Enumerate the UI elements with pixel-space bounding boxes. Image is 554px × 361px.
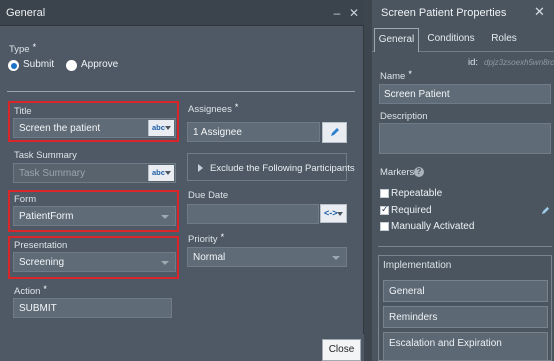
manually-activated-label: Manually Activated	[391, 221, 475, 232]
action-label: Action *	[14, 284, 47, 297]
priority-select[interactable]: Normal	[187, 247, 347, 267]
submit-radio-label: Submit	[23, 59, 55, 70]
chevron-down-icon	[161, 261, 169, 265]
due-date-input[interactable]	[187, 204, 319, 224]
swap-arrows-icon: <->	[324, 208, 338, 218]
title-label: Title	[14, 106, 32, 117]
assignees-field[interactable]: 1 Assignee	[187, 122, 320, 142]
type-label: Type *	[9, 42, 37, 55]
close-icon[interactable]: ✕	[346, 5, 362, 21]
approve-radio[interactable]	[66, 60, 77, 71]
action-input[interactable]: SUBMIT	[13, 298, 172, 318]
repeatable-label: Repeatable	[391, 188, 443, 199]
presentation-value: Screening	[19, 257, 65, 268]
name-label: Name *	[380, 69, 412, 82]
help-icon[interactable]: ?	[414, 167, 424, 177]
exclude-label: Exclude the Following Participants	[210, 163, 355, 174]
submit-radio[interactable]	[8, 60, 19, 71]
implementation-label: Implementation	[383, 260, 452, 271]
manually-activated-checkbox[interactable]	[380, 222, 389, 231]
presentation-select[interactable]: Screening	[13, 252, 176, 272]
name-value: Screen Patient	[384, 89, 450, 100]
description-label: Description	[380, 111, 428, 122]
minimize-icon[interactable]: –	[329, 5, 345, 21]
presentation-label: Presentation	[14, 240, 68, 251]
due-date-label: Due Date	[188, 190, 229, 201]
divider	[7, 91, 355, 92]
priority-value: Normal	[193, 252, 226, 263]
assignees-value: 1 Assignee	[193, 127, 242, 138]
tab-general[interactable]: General	[374, 28, 419, 52]
required-checkbox[interactable]	[380, 204, 389, 215]
action-value: SUBMIT	[19, 303, 57, 314]
form-select[interactable]: PatientForm	[13, 206, 176, 226]
required-label: Required	[391, 205, 432, 216]
form-value: PatientForm	[19, 211, 74, 222]
pencil-icon[interactable]	[541, 206, 550, 215]
task-summary-input[interactable]: Task Summary abc	[13, 163, 176, 183]
dialog-header: General – ✕	[0, 0, 364, 26]
assignees-label: Assignees *	[188, 102, 239, 115]
panel-title: Screen Patient Properties	[381, 7, 507, 19]
close-icon[interactable]: ✕	[534, 4, 545, 20]
priority-label: Priority *	[188, 232, 225, 245]
implementation-item-general[interactable]: General	[383, 280, 548, 302]
exclude-participants-button[interactable]: Exclude the Following Participants	[187, 153, 355, 181]
markers-label: Markers	[380, 167, 415, 178]
edit-assignees-button[interactable]	[322, 122, 347, 143]
form-label: Form	[14, 194, 37, 205]
approve-radio-label: Approve	[81, 59, 119, 70]
dialog-footer	[0, 334, 364, 361]
pencil-icon	[331, 128, 339, 136]
tab-conditions[interactable]: Conditions	[424, 28, 478, 52]
text-mode-button[interactable]: abc	[148, 120, 174, 136]
implementation-item-reminders[interactable]: Reminders	[383, 306, 548, 328]
title-value: Screen the patient	[19, 123, 101, 134]
date-mode-button[interactable]: <->	[320, 204, 347, 223]
text-mode-button[interactable]: abc	[148, 165, 174, 181]
title-input[interactable]: Screen the patient abc	[13, 118, 176, 138]
id-label: id:	[468, 57, 479, 68]
repeatable-checkbox[interactable]	[380, 189, 389, 198]
task-summary-placeholder: Task Summary	[19, 168, 86, 179]
description-input[interactable]	[379, 123, 551, 154]
close-button[interactable]: Close	[322, 339, 361, 361]
panel-tabs: General Conditions Roles	[372, 28, 554, 52]
tab-roles[interactable]: Roles	[484, 28, 524, 52]
implementation-item-escalation[interactable]: Escalation and Expiration	[383, 332, 548, 361]
chevron-down-icon	[161, 215, 169, 219]
expand-arrow-icon	[198, 164, 203, 172]
id-value: dpjz3zsoexh5wn8rc	[484, 58, 554, 67]
name-input[interactable]: Screen Patient	[379, 84, 551, 104]
dialog-title: General	[6, 7, 46, 19]
divider	[378, 246, 552, 247]
chevron-down-icon	[332, 256, 340, 260]
task-summary-label: Task Summary	[14, 150, 77, 161]
